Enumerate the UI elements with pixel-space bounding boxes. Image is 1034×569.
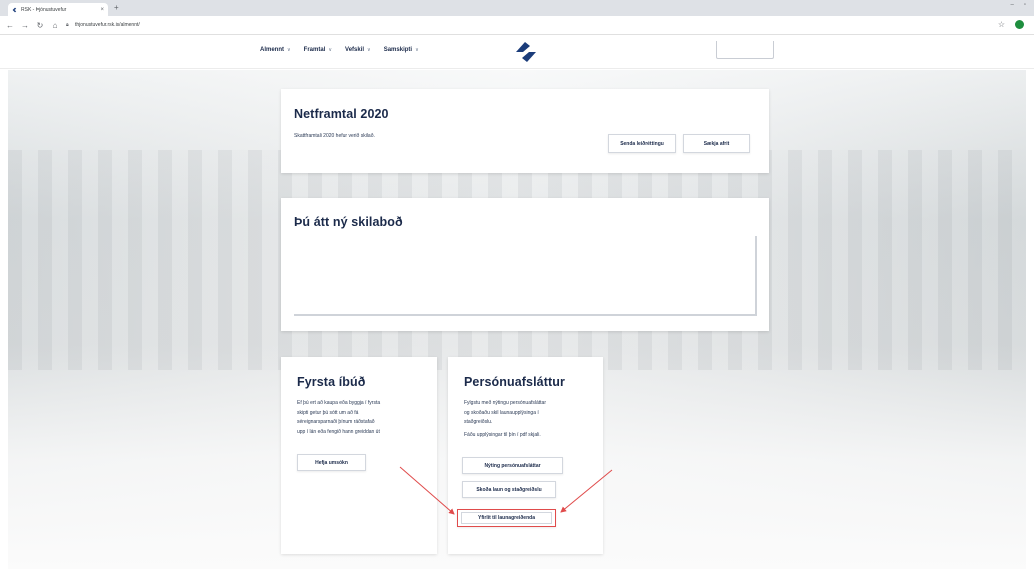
nav-item-label: Almennt — [260, 47, 284, 53]
body-line: Fáðu upplýsingar til þín í pdf skjali. — [464, 431, 541, 438]
lock-icon: 🔒︎ — [66, 22, 69, 28]
search-input[interactable] — [716, 41, 774, 59]
tax-return-status: Skattframtali 2020 hefur verið skilað. — [294, 133, 375, 139]
browser-toolbar: ← → ↻ ⌂ 🔒︎ thjonustuvefur.rsk.is/almennt… — [0, 16, 1034, 35]
nav-item-samskipti[interactable]: Samskipti ∨ — [384, 47, 419, 53]
send-correction-button[interactable]: Senda leiðréttingu — [608, 134, 676, 153]
nav-item-label: Framtal — [303, 47, 326, 53]
chevron-down-icon: ∨ — [415, 47, 419, 53]
nav-item-almennt[interactable]: Almennt ∨ — [260, 47, 291, 53]
browser-tabbar: RSK - Þjónustuvefur × + – ▫ — [0, 0, 1034, 16]
view-salary-button[interactable]: Skoða laun og staðgreiðslu — [462, 481, 556, 498]
window-controls: – ▫ — [1011, 2, 1026, 8]
chevron-down-icon: ∨ — [367, 47, 371, 53]
forward-icon[interactable]: → — [21, 21, 29, 30]
tax-return-card: Netframtal 2020 Skattframtali 2020 hefur… — [281, 89, 769, 173]
start-application-button[interactable]: Hefja umsókn — [297, 454, 366, 471]
back-icon[interactable]: ← — [6, 21, 14, 30]
maximize-icon[interactable]: ▫ — [1024, 2, 1026, 8]
minimize-icon[interactable]: – — [1011, 2, 1014, 8]
tax-return-title: Netframtal 2020 — [294, 107, 389, 121]
address-url: thjonustuvefur.rsk.is/almennt/ — [75, 22, 140, 28]
body-line: og skoðaðu skil launaupplýsinga í — [464, 409, 539, 416]
chevron-down-icon: ∨ — [328, 47, 333, 53]
body-line: upp í lán eða fengið hann greiddan út — [297, 428, 380, 435]
body-line: staðgreiðslu. — [464, 419, 493, 425]
first-home-card: Fyrsta íbúð Ef þú ert að kaupa eða byggj… — [281, 357, 437, 554]
messages-list[interactable] — [294, 236, 757, 316]
messages-title: Þú átt ný skilaboð — [294, 215, 403, 229]
address-bar[interactable]: 🔒︎ thjonustuvefur.rsk.is/almennt/ — [66, 19, 140, 32]
site-header: Almennt ∨ Framtal ∨ Vefskil ∨ Samskipti … — [0, 35, 1034, 69]
main-nav: Almennt ∨ Framtal ∨ Vefskil ∨ Samskipti … — [260, 47, 419, 53]
employer-overview-label: Yfirlit til launagreiðenda — [461, 512, 552, 524]
employer-overview-button[interactable]: Yfirlit til launagreiðenda — [457, 509, 556, 527]
allowance-usage-button[interactable]: Nýting persónuafsláttar — [462, 457, 563, 474]
nav-item-label: Vefskil — [345, 47, 365, 53]
body-line: skipti getur þú sótt um að fá — [297, 409, 359, 416]
bookmark-star-icon[interactable]: ☆ — [998, 20, 1005, 29]
home-icon[interactable]: ⌂ — [51, 21, 59, 30]
browser-tab-title: RSK - Þjónustuvefur — [21, 6, 67, 13]
rsk-favicon-icon — [12, 7, 18, 13]
personal-allowance-card: Persónuafsláttur Fylgstu með nýtingu per… — [448, 357, 603, 554]
reload-icon[interactable]: ↻ — [36, 21, 44, 30]
get-copy-button[interactable]: Sækja afrit — [683, 134, 750, 153]
messages-card: Þú átt ný skilaboð — [281, 198, 769, 331]
chevron-down-icon: ∨ — [287, 47, 291, 53]
first-home-description: Ef þú ert að kaupa eða byggja í fyrsta s… — [297, 399, 427, 437]
browser-tab[interactable]: RSK - Þjónustuvefur × — [8, 3, 108, 16]
nav-item-framtal[interactable]: Framtal ∨ — [304, 47, 332, 53]
body-line: Ef þú ert að kaupa eða byggja í fyrsta — [297, 400, 381, 406]
nav-item-vefskil[interactable]: Vefskil ∨ — [345, 47, 371, 53]
body-line: séreignarsparnaði þínum ráðstafað — [297, 419, 375, 425]
personal-allowance-title: Persónuafsláttur — [464, 375, 565, 389]
new-tab-button[interactable]: + — [114, 3, 119, 13]
tab-close-icon[interactable]: × — [100, 7, 104, 13]
first-home-title: Fyrsta íbúð — [297, 375, 366, 389]
nav-item-label: Samskipti — [383, 47, 413, 53]
rsk-logo-icon[interactable] — [513, 39, 539, 65]
personal-allowance-description: Fylgstu með nýtingu persónuafsláttar og … — [464, 399, 594, 440]
profile-avatar[interactable] — [1015, 20, 1024, 29]
body-line: Fylgstu með nýtingu persónuafsláttar — [464, 400, 546, 406]
